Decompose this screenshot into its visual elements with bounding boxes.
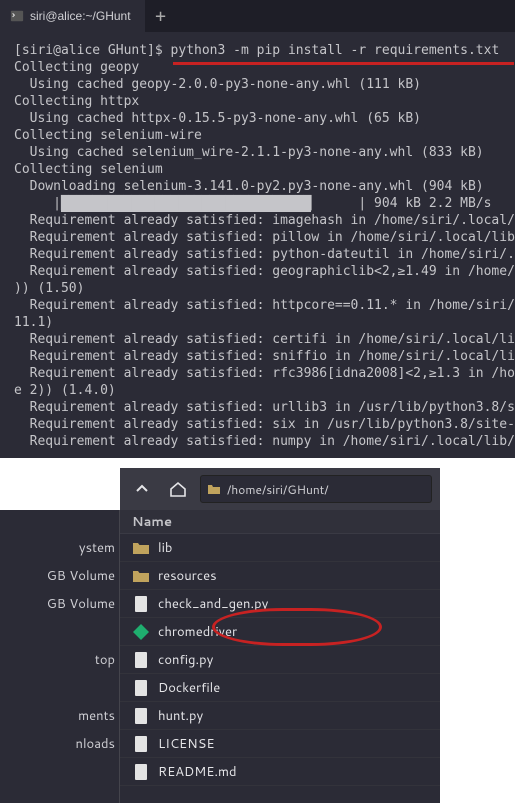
terminal-tabbar: siri@alice:~/GHunt + — [0, 0, 515, 32]
req-line: Requirement already satisfied: python-da… — [14, 247, 515, 262]
file-icon — [132, 651, 150, 669]
req-line: Requirement already satisfied: sniffio i… — [14, 349, 515, 364]
file-name: Dockerfile — [158, 679, 220, 697]
out-line: Using cached geopy-2.0.0-py3-none-any.wh… — [14, 77, 421, 92]
out-line: Using cached selenium_wire-2.1.1-py3-non… — [14, 145, 484, 160]
file-manager-window: /home/siri/GHunt/ Name lib resources che… — [120, 468, 440, 803]
req-line: Requirement already satisfied: imagehash… — [14, 213, 515, 228]
list-item-chromedriver[interactable]: chromedriver — [120, 618, 440, 646]
folder-icon — [132, 539, 150, 557]
file-name: hunt.py — [158, 707, 203, 725]
out-line: Collecting selenium — [14, 162, 163, 177]
out-line: Collecting httpx — [14, 94, 139, 109]
sidebar-item — [0, 618, 119, 646]
sidebar-item[interactable]: top — [0, 646, 119, 674]
shell-prompt: [siri@alice GHunt]$ — [14, 43, 163, 58]
list-item[interactable]: Dockerfile — [120, 674, 440, 702]
terminal-tab[interactable]: siri@alice:~/GHunt — [0, 0, 145, 32]
file-icon — [132, 763, 150, 781]
req-line: Requirement already satisfied: numpy in … — [14, 434, 515, 449]
list-item[interactable]: config.py — [120, 646, 440, 674]
file-name: LICENSE — [158, 735, 215, 753]
list-item[interactable]: resources — [120, 562, 440, 590]
home-icon — [169, 480, 187, 498]
home-button[interactable] — [164, 475, 192, 503]
file-list[interactable]: Name lib resources check_and_gen.py chro… — [120, 510, 440, 803]
file-name: resources — [158, 567, 217, 585]
req-line: 11.1) — [14, 315, 53, 330]
progress-bar: ████████████████████████████████ — [61, 195, 311, 212]
out-line: Using cached httpx-0.15.5-py3-none-any.w… — [14, 111, 421, 126]
file-name: config.py — [158, 651, 213, 669]
list-item[interactable]: README.md — [120, 758, 440, 786]
list-item[interactable]: LICENSE — [120, 730, 440, 758]
req-line: Requirement already satisfied: six in /u… — [14, 417, 515, 432]
file-name: lib — [158, 539, 172, 557]
fm-sidebar-truncated: ystem GB Volume GB Volume top ments nloa… — [0, 468, 120, 803]
progress-label: | 904 kB 2.2 MB/s — [358, 196, 491, 211]
annotation-underline — [173, 62, 514, 65]
chevron-up-icon — [134, 481, 150, 497]
folder-icon — [207, 482, 221, 496]
sidebar-item — [0, 674, 119, 702]
list-item[interactable]: check_and_gen.py — [120, 590, 440, 618]
list-item[interactable]: hunt.py — [120, 702, 440, 730]
sidebar-item[interactable]: GB Volume — [0, 562, 119, 590]
req-line: Requirement already satisfied: certifi i… — [14, 332, 515, 347]
list-item[interactable]: lib — [120, 534, 440, 562]
file-name: check_and_gen.py — [158, 595, 268, 613]
file-icon — [132, 679, 150, 697]
out-line: Downloading selenium-3.141.0-py2.py3-non… — [14, 179, 484, 194]
req-line: Requirement already satisfied: httpcore=… — [14, 298, 515, 313]
sidebar-item[interactable]: GB Volume — [0, 590, 119, 618]
file-icon — [132, 707, 150, 725]
file-name: README.md — [158, 763, 237, 781]
out-line: Collecting geopy — [14, 60, 139, 75]
req-line: e 2)) (1.4.0) — [14, 383, 116, 398]
path-text: /home/siri/GHunt/ — [227, 481, 329, 498]
up-button[interactable] — [128, 475, 156, 503]
shell-command: python3 -m pip install -r requirements.t… — [171, 43, 500, 58]
path-bar[interactable]: /home/siri/GHunt/ — [200, 475, 432, 503]
fm-toolbar: /home/siri/GHunt/ — [120, 468, 440, 510]
file-icon — [132, 595, 150, 613]
name-column-header[interactable]: Name — [120, 510, 440, 534]
terminal-icon — [10, 9, 24, 23]
out-line: Collecting selenium-wire — [14, 128, 202, 143]
req-line: Requirement already satisfied: rfc3986[i… — [14, 366, 515, 381]
req-line: Requirement already satisfied: urllib3 i… — [14, 400, 515, 415]
sidebar-item[interactable]: nloads — [0, 730, 119, 758]
sidebar-item[interactable]: ments — [0, 702, 119, 730]
file-icon — [132, 735, 150, 753]
req-line: Requirement already satisfied: pillow in… — [14, 230, 515, 245]
req-line: )) (1.50) — [14, 281, 84, 296]
folder-icon — [132, 567, 150, 585]
new-tab-button[interactable]: + — [145, 0, 177, 32]
sidebar-item[interactable]: ystem — [0, 534, 119, 562]
req-line: Requirement already satisfied: geographi… — [14, 264, 515, 279]
terminal-output[interactable]: [siri@alice GHunt]$ python3 -m pip insta… — [0, 32, 515, 450]
terminal-window: siri@alice:~/GHunt + [siri@alice GHunt]$… — [0, 0, 515, 458]
file-name: chromedriver — [158, 623, 237, 641]
terminal-tab-title: siri@alice:~/GHunt — [30, 9, 131, 23]
executable-icon — [132, 623, 150, 641]
